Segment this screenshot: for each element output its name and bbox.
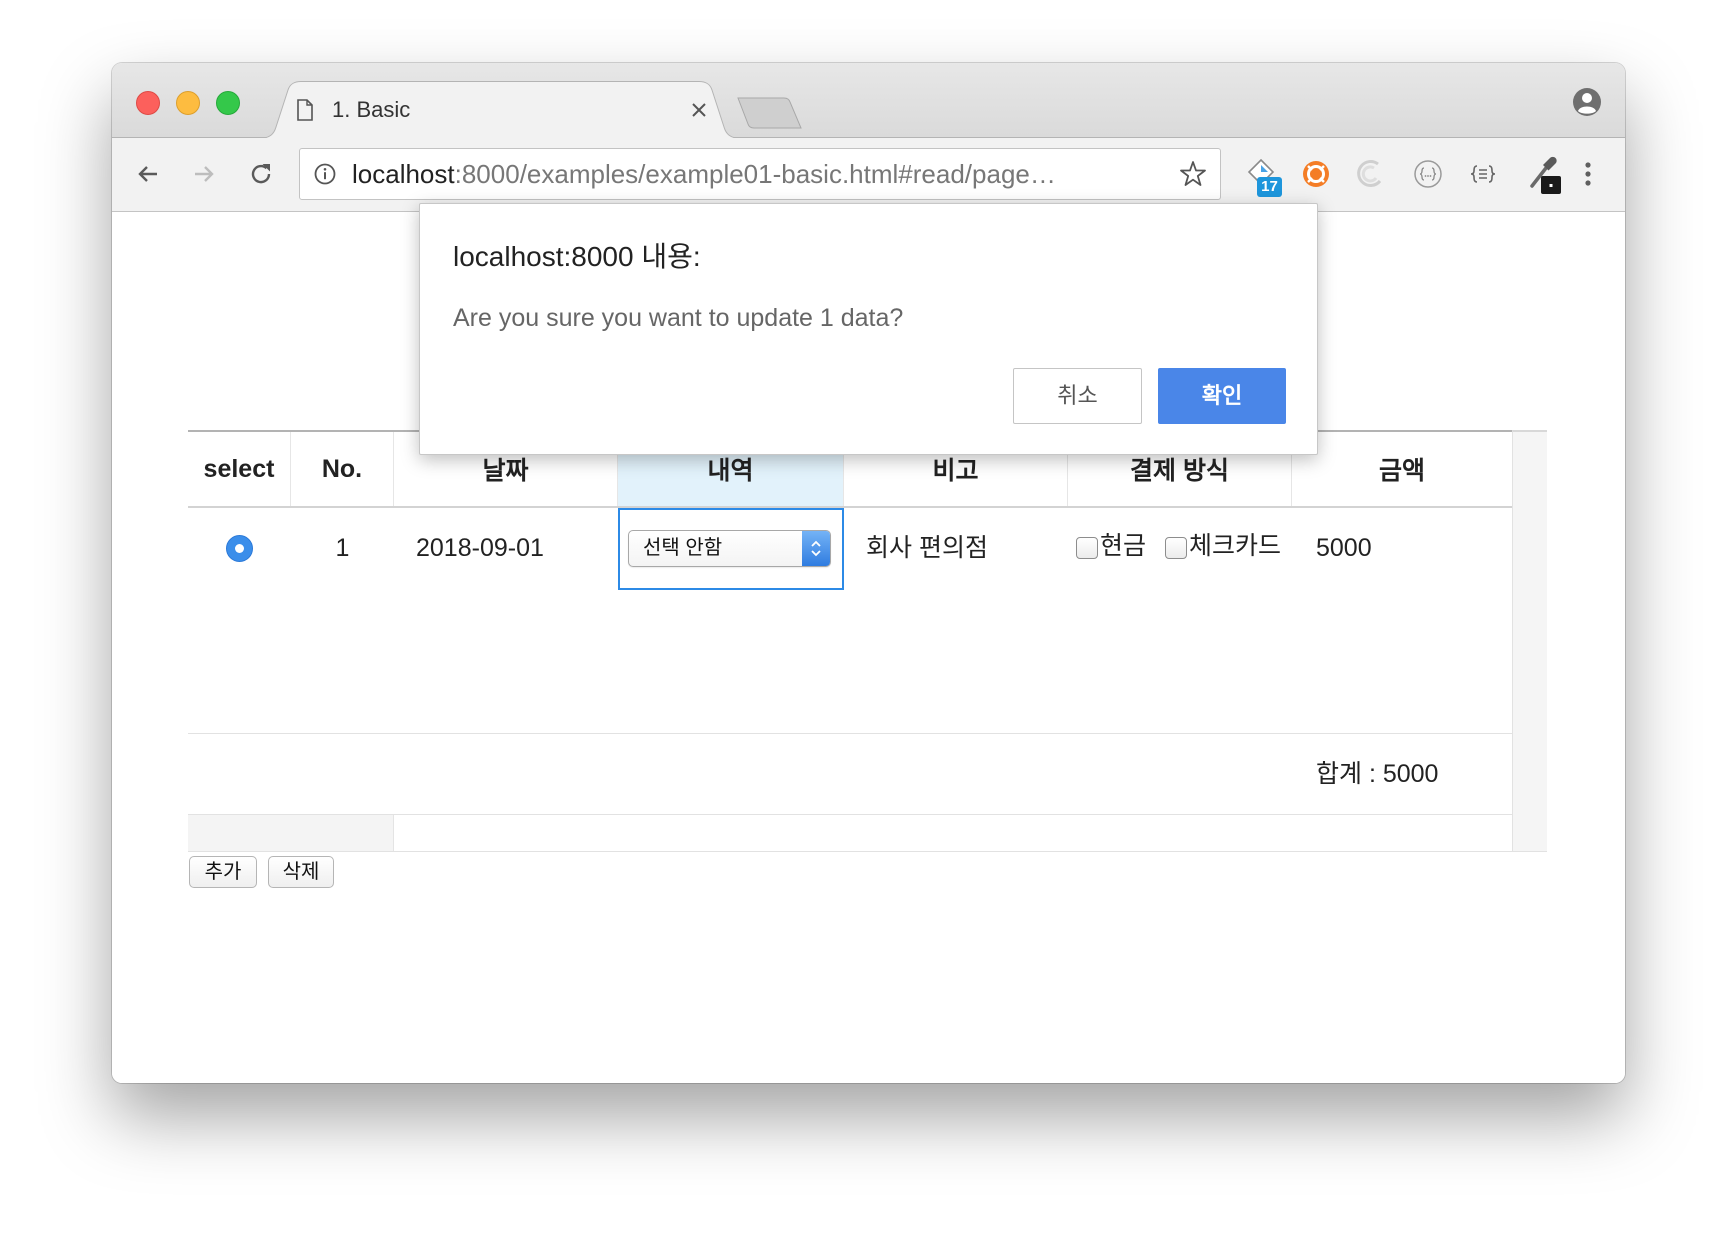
- column-header-select[interactable]: select: [188, 432, 291, 506]
- row-select-radio[interactable]: [226, 535, 253, 562]
- column-header-amount[interactable]: 금액: [1292, 432, 1512, 506]
- tab-basic[interactable]: 1. Basic: [258, 81, 742, 139]
- back-arrow-icon[interactable]: [135, 161, 161, 187]
- category-select[interactable]: 선택 안함: [628, 530, 831, 567]
- page-icon: [297, 99, 313, 121]
- row-number: 1: [335, 534, 350, 562]
- close-icon[interactable]: [691, 102, 707, 118]
- select-arrows-icon: [802, 531, 830, 566]
- address-bar[interactable]: localhost:8000/examples/example01-basic.…: [299, 148, 1221, 200]
- url-path: :8000/examples/example01-basic.html#read…: [454, 159, 1056, 189]
- extension-swirl-icon[interactable]: [1356, 159, 1386, 189]
- cancel-button[interactable]: 취소: [1013, 368, 1142, 424]
- grid-bottom-strip: [188, 815, 1512, 852]
- column-header-label: 비고: [932, 457, 979, 485]
- tab-title: 1. Basic: [332, 97, 411, 122]
- extension-json-icon[interactable]: [1413, 159, 1443, 189]
- row-memo[interactable]: 회사 편의점: [866, 530, 988, 566]
- ok-button[interactable]: 확인: [1158, 368, 1286, 424]
- data-grid: select No. 날짜 내역 비고 결제 방식 금액 1 2018-09-0…: [188, 430, 1547, 852]
- forward-arrow-icon[interactable]: [191, 161, 217, 187]
- close-window-button[interactable]: [136, 91, 160, 115]
- reload-icon[interactable]: [248, 161, 274, 187]
- column-header-no[interactable]: No.: [291, 432, 394, 506]
- payment-cash-label[interactable]: 현금: [1100, 528, 1146, 564]
- grid-bottom-strip-left: [188, 815, 394, 851]
- category-select-value: 선택 안함: [643, 537, 723, 559]
- grid-scroll-gutter[interactable]: [1512, 430, 1547, 852]
- row-date[interactable]: 2018-09-01: [416, 530, 544, 566]
- dialog-message: Are you sure you want to update 1 data?: [453, 304, 904, 332]
- info-icon[interactable]: [314, 163, 336, 185]
- tab-background: [258, 81, 742, 139]
- grid-footer: 합계 : 5000: [188, 734, 1512, 815]
- column-header-label: select: [203, 454, 275, 483]
- star-icon[interactable]: [1179, 160, 1207, 188]
- browser-window: 1. Basic localhost:8000/examples/example…: [112, 63, 1625, 1083]
- table-row: 1 2018-09-01 선택 안함 회사 편의점 현금 체크카드 5000: [188, 508, 1512, 734]
- browser-toolbar: localhost:8000/examples/example01-basic.…: [112, 138, 1625, 212]
- row-amount[interactable]: 5000: [1316, 530, 1372, 566]
- payment-card-checkbox[interactable]: [1165, 537, 1187, 559]
- footer-total: 합계 : 5000: [1316, 760, 1439, 788]
- new-tab-icon[interactable]: [734, 97, 804, 129]
- address-url: localhost:8000/examples/example01-basic.…: [352, 149, 1162, 199]
- url-host: localhost: [352, 159, 455, 189]
- zoom-window-button[interactable]: [216, 91, 240, 115]
- profile-icon[interactable]: [1572, 87, 1602, 117]
- dialog-title: localhost:8000 내용:: [453, 241, 701, 272]
- minimize-window-button[interactable]: [176, 91, 200, 115]
- delete-row-button[interactable]: 삭제: [268, 856, 334, 888]
- payment-card-label[interactable]: 체크카드: [1189, 528, 1281, 564]
- column-header-label: 금액: [1378, 457, 1425, 485]
- column-header-label: 내역: [707, 457, 754, 485]
- extension-dropper-icon[interactable]: [1526, 154, 1562, 196]
- extension-orange-icon[interactable]: [1301, 159, 1331, 189]
- confirm-dialog: localhost:8000 내용: Are you sure you want…: [419, 203, 1318, 455]
- extension-format-icon[interactable]: [1468, 159, 1498, 189]
- extension-badge-count: 17: [1257, 177, 1282, 197]
- add-row-button[interactable]: 추가: [189, 856, 257, 888]
- column-header-label: No.: [321, 454, 363, 483]
- tab-strip: 1. Basic: [112, 63, 1625, 139]
- column-header-label: 결제 방식: [1130, 457, 1229, 485]
- column-header-label: 날짜: [482, 457, 529, 485]
- menu-dots-icon[interactable]: [1585, 162, 1591, 186]
- payment-cash-checkbox[interactable]: [1076, 537, 1098, 559]
